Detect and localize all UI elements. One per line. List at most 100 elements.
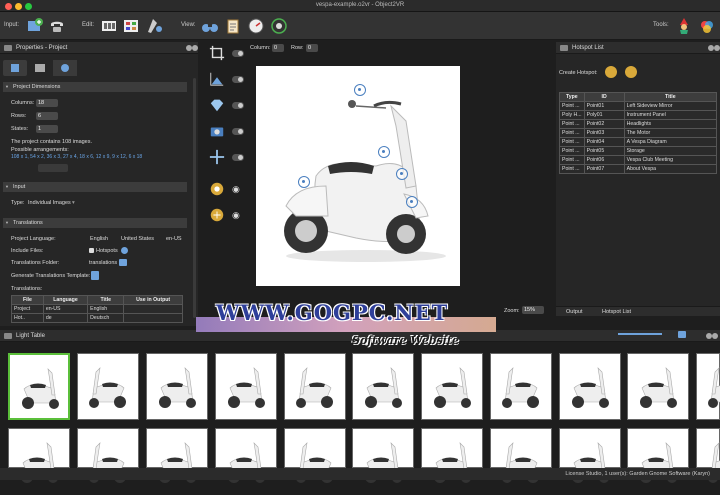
input-header[interactable]: Input	[3, 182, 187, 192]
image-strip-icon[interactable]	[99, 16, 119, 36]
table-row[interactable]: Point ... Point03 The Motor	[559, 128, 718, 138]
grid-view-icon[interactable]	[678, 331, 686, 338]
column-header[interactable]: Use in Output	[123, 295, 183, 305]
thumbnail[interactable]	[215, 353, 277, 420]
add-images-icon[interactable]	[25, 16, 45, 36]
info-icon[interactable]	[121, 247, 128, 254]
hotspot-marker[interactable]	[298, 176, 310, 188]
preview-gauge-icon[interactable]	[246, 16, 266, 36]
thumbnail[interactable]	[627, 353, 689, 420]
thumbnail[interactable]	[352, 428, 414, 483]
image-grid-icon[interactable]	[121, 16, 141, 36]
table-row[interactable]: Point ... Point01 Left Sideview Mirror	[559, 101, 718, 111]
arrangements-links[interactable]: 108 x 1, 54 x 2, 36 x 3, 27 x 4, 18 x 6,…	[11, 154, 142, 160]
thumbnail[interactable]	[627, 428, 689, 483]
table-row[interactable]: Point ... Point05 Storage	[559, 146, 718, 156]
thumbnail[interactable]	[696, 353, 720, 420]
eye-refresh-icon[interactable]	[269, 16, 289, 36]
levels-icon[interactable]	[208, 70, 226, 88]
garden-gnome-icon[interactable]	[674, 16, 694, 36]
hotspot-poly-icon[interactable]	[208, 206, 226, 224]
table-row[interactable]: Hot.. de Deutsch	[11, 313, 183, 323]
thumbnail[interactable]	[77, 353, 139, 420]
hotspot-marker[interactable]	[406, 196, 418, 208]
column-header[interactable]: File	[11, 295, 44, 305]
move-icon[interactable]	[208, 148, 226, 166]
tab-output[interactable]: Output	[566, 309, 583, 315]
thumbnail[interactable]	[8, 353, 70, 420]
thumbnail[interactable]	[490, 353, 552, 420]
states-stepper[interactable]: 1	[36, 125, 58, 133]
chevron-down-icon[interactable]: ▾	[72, 200, 75, 206]
thumbnail[interactable]	[559, 353, 621, 420]
row-stepper[interactable]: 0	[306, 44, 318, 52]
table-row[interactable]: Point ... Point06 Vespa Club Meeting	[559, 155, 718, 165]
hotspot-marker[interactable]	[396, 168, 408, 180]
thumbnail[interactable]	[352, 353, 414, 420]
thumbnail[interactable]	[559, 428, 621, 483]
color-wheel-icon[interactable]	[697, 16, 717, 36]
translations-folder-value[interactable]: translations	[89, 260, 117, 266]
diamond-toggle[interactable]	[232, 102, 244, 109]
object-image[interactable]	[256, 66, 460, 286]
camera-icon[interactable]	[208, 122, 226, 140]
levels-toggle[interactable]	[232, 76, 244, 83]
tab-settings[interactable]	[53, 60, 77, 76]
column-header[interactable]: Title	[87, 295, 125, 305]
thumbnail[interactable]	[146, 353, 208, 420]
thumbnail[interactable]	[8, 428, 70, 483]
eye-icon[interactable]: ◉	[232, 184, 240, 195]
create-point-hotspot-icon[interactable]	[605, 66, 617, 78]
crop-toggle[interactable]	[232, 50, 244, 57]
apply-dimensions-button[interactable]	[38, 164, 68, 172]
column-header[interactable]: Type	[559, 92, 585, 102]
table-row[interactable]: Project en-US English	[11, 304, 183, 314]
language-select[interactable]: English	[90, 236, 108, 242]
hotspots-checkbox[interactable]	[89, 248, 94, 253]
column-header[interactable]: ID	[583, 92, 625, 102]
thumbnail[interactable]	[421, 353, 483, 420]
thumbnail[interactable]	[696, 428, 720, 483]
folder-icon[interactable]	[119, 259, 127, 266]
panel-close-icon[interactable]	[192, 45, 198, 51]
country-select[interactable]: United States	[121, 236, 154, 242]
generate-template-icon[interactable]	[91, 271, 99, 280]
camera-toggle[interactable]	[232, 128, 244, 135]
thumbnail[interactable]	[77, 428, 139, 483]
zoom-select[interactable]: 15%	[522, 306, 544, 314]
table-row[interactable]: Point ... Point02 Headlights	[559, 119, 718, 129]
thumbnail[interactable]	[284, 428, 346, 483]
tab-images[interactable]	[28, 60, 52, 76]
tab-project[interactable]	[3, 60, 27, 76]
binoculars-icon[interactable]	[200, 16, 220, 36]
hotspot-marker[interactable]	[354, 84, 366, 96]
hotspot-marker[interactable]	[378, 146, 390, 158]
mask-tool-icon[interactable]	[145, 16, 165, 36]
thumbnail-size-slider[interactable]	[618, 333, 662, 335]
rows-stepper[interactable]: 6	[36, 112, 58, 120]
diamond-icon[interactable]	[208, 96, 226, 114]
thumbnail[interactable]	[421, 428, 483, 483]
move-toggle[interactable]	[232, 154, 244, 161]
type-select[interactable]: Individual Images	[28, 200, 71, 206]
thumbnail[interactable]	[215, 428, 277, 483]
table-row[interactable]: Point ... Point04 A Vespa Diagram	[559, 137, 718, 147]
columns-stepper[interactable]: 18	[36, 99, 58, 107]
panel-close-icon[interactable]	[712, 333, 718, 339]
crop-icon[interactable]	[208, 44, 226, 62]
clipboard-icon[interactable]	[223, 16, 243, 36]
column-header[interactable]: Title	[623, 92, 718, 102]
column-header[interactable]: Language	[42, 295, 89, 305]
hotspot-tool-icon[interactable]	[208, 180, 226, 198]
thumbnail[interactable]	[146, 428, 208, 483]
tab-hotspot-list[interactable]: Hotspot List	[602, 309, 631, 315]
table-row[interactable]: Poly H... Poly01 Instrument Panel	[559, 110, 718, 120]
project-dimensions-header[interactable]: Project Dimensions	[3, 82, 187, 92]
eye-icon[interactable]: ◉	[232, 210, 240, 221]
create-polygon-hotspot-icon[interactable]	[625, 66, 637, 78]
phone-icon[interactable]	[47, 16, 67, 36]
thumbnail[interactable]	[490, 428, 552, 483]
table-row[interactable]: Point ... Point07 About Vespa	[559, 164, 718, 174]
scrollbar[interactable]	[193, 78, 196, 318]
translations-header[interactable]: Translations	[3, 218, 187, 228]
